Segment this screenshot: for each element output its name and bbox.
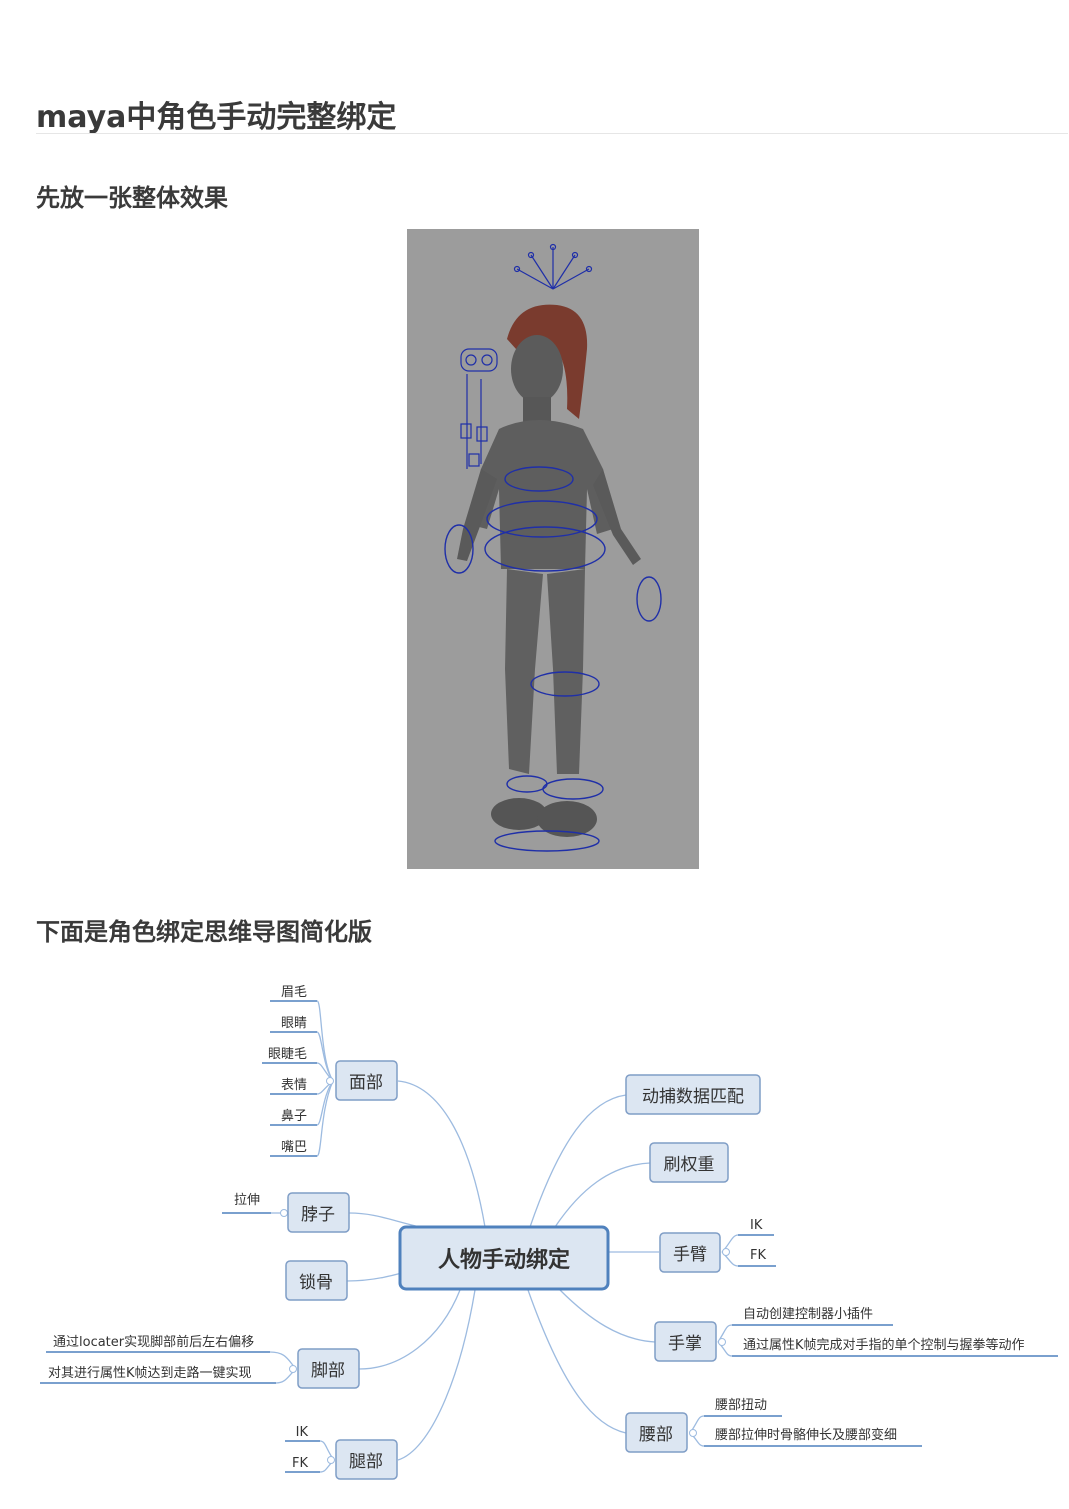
leaf-foot-locator: 通过locater实现脚部前后左右偏移	[53, 1334, 254, 1350]
leaf-waist-stretch: 腰部拉伸时骨骼伸长及腰部变细	[715, 1427, 897, 1443]
leaf-arm-ik: IK	[750, 1218, 763, 1233]
torso-shape	[471, 420, 613, 569]
node-foot-label: 脚部	[311, 1361, 345, 1381]
leaf-leg-ik: IK	[296, 1425, 309, 1440]
leaf-arm-fk: FK	[750, 1248, 766, 1263]
section-heading-mindmap: 下面是角色绑定思维导图简化版	[36, 918, 372, 946]
leaf-mouth: 嘴巴	[281, 1140, 307, 1155]
leaf-expression: 表情	[281, 1078, 307, 1093]
leaf-eyebrow: 眉毛	[281, 985, 307, 1000]
node-arm-label: 手臂	[673, 1245, 707, 1265]
section-heading-effect: 先放一张整体效果	[36, 184, 228, 212]
leaf-waist-twist: 腰部扭动	[715, 1398, 767, 1413]
node-weights-label: 刷权重	[664, 1155, 715, 1175]
node-hand-label: 手掌	[668, 1334, 702, 1354]
left-leg-shape	[505, 569, 543, 774]
node-face-label: 面部	[349, 1073, 383, 1093]
node-mocap-label: 动捕数据匹配	[642, 1087, 744, 1107]
title-divider	[36, 133, 1068, 134]
leaf-leg-fk: FK	[292, 1456, 308, 1471]
leaf-hand-keyframe: 通过属性K帧完成对手指的单个控制与握拳等动作	[743, 1337, 1025, 1353]
node-leg-label: 腿部	[349, 1452, 383, 1472]
node-neck-label: 脖子	[301, 1205, 335, 1225]
node-clavicle-label: 锁骨	[299, 1273, 333, 1293]
leaf-neck-stretch: 拉伸	[234, 1193, 260, 1208]
character-rig-illustration	[444, 243, 662, 852]
leaf-eye: 眼睛	[281, 1016, 307, 1031]
leaf-nose: 鼻子	[281, 1108, 307, 1124]
head-shape	[511, 335, 563, 403]
leaf-foot-keyframe: 对其进行属性K帧达到走路一键实现	[48, 1365, 252, 1381]
leaf-hand-plugin: 自动创建控制器小插件	[743, 1307, 873, 1322]
leaf-eyelash: 眼睫毛	[268, 1047, 307, 1062]
character-rig-figure	[407, 229, 699, 869]
center-node-label: 人物手动绑定	[438, 1247, 570, 1273]
page-title: maya中角色手动完整绑定	[36, 100, 397, 135]
rigging-mind-map: 人物手动绑定 面部 脖子 锁骨 脚部 腿部 动捕数据匹配 刷权重 手臂 手掌 腰…	[40, 985, 1058, 1480]
head-control-icon	[513, 243, 593, 290]
node-waist-label: 腰部	[639, 1425, 673, 1445]
